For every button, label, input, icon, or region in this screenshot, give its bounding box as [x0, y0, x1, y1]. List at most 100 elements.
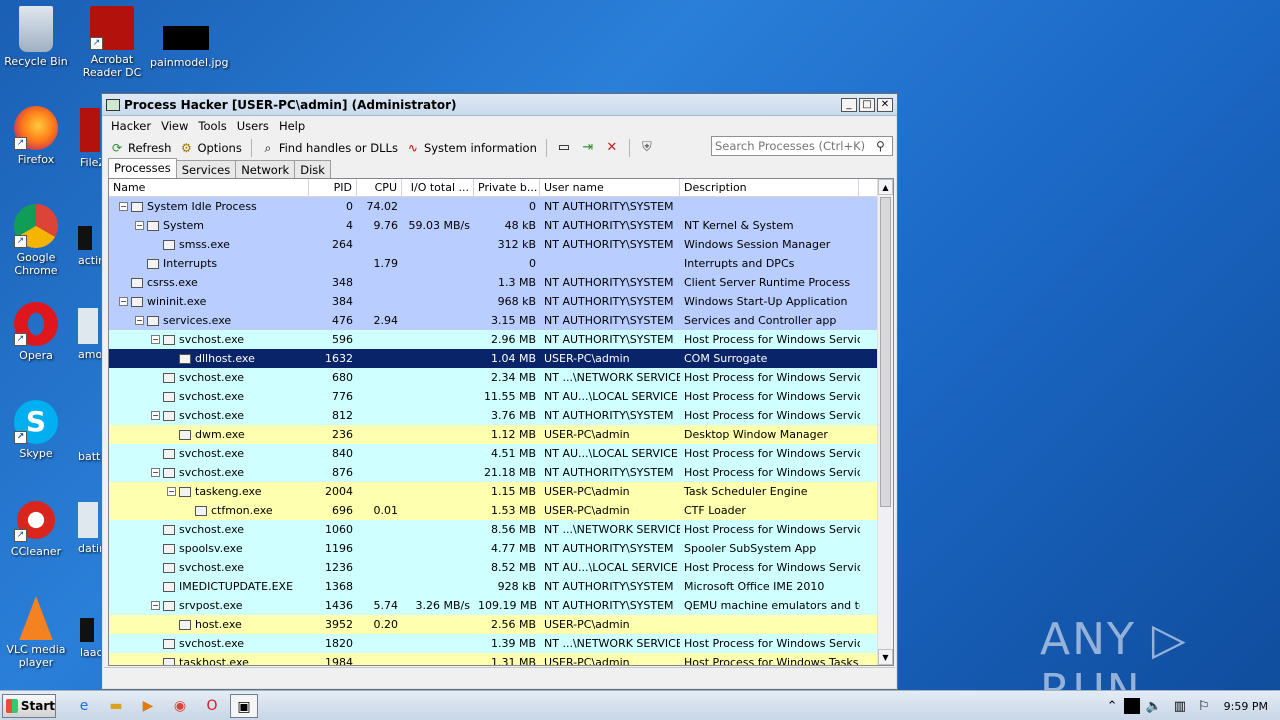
tab-network[interactable]: Network [235, 160, 296, 178]
process-row[interactable]: − svchost.exe 876 21.18 MB NT AUTHORITY\SYST… [109, 463, 877, 482]
close-button[interactable]: ✕ [877, 97, 893, 112]
column-header-cpu[interactable]: CPU [357, 179, 402, 196]
vertical-scrollbar[interactable]: ▲ ▼ [877, 179, 893, 665]
process-row[interactable]: − svchost.exe 596 2.96 MB NT AUTHORITY\SYSTE… [109, 330, 877, 349]
find-handles-button[interactable]: ⌕ Find handles or DLLs [257, 141, 402, 155]
network-icon[interactable]: ▥ [1174, 699, 1186, 714]
process-row[interactable]: svchost.exe 776 11.55 MB NT AU...\LOCAL SER… [109, 387, 877, 406]
menu-users[interactable]: Users [232, 119, 274, 133]
find-window-icon[interactable]: ⇥ [579, 140, 597, 156]
process-name-cell: − taskeng.exe [109, 485, 309, 498]
process-row[interactable]: − wininit.exe 384 968 kB NT AUTHORITY\SYSTEM… [109, 292, 877, 311]
tab-disk[interactable]: Disk [294, 160, 331, 178]
desktop-icon-firefox[interactable]: ↗ Firefox [0, 106, 72, 166]
search-box[interactable]: ⚲ [711, 136, 893, 156]
shield-icon[interactable]: ⛨ [638, 140, 656, 156]
process-row[interactable]: − System 4 9.76 59.03 MB/s 48 kB NT AUTHORITY\… [109, 216, 877, 235]
title-bar[interactable]: Process Hacker [USER-PC\admin] (Administ… [102, 94, 897, 116]
process-row[interactable]: csrss.exe 348 1.3 MB NT AUTHORITY\SYSTEM Cli… [109, 273, 877, 292]
desktop-icon-opera[interactable]: ↗ Opera [0, 302, 72, 362]
process-name-cell: IMEDICTUPDATE.EXE [109, 580, 309, 593]
taskbar-chrome-icon[interactable]: ◉ [166, 694, 194, 718]
collapse-toggle-icon[interactable]: − [119, 297, 128, 306]
process-row[interactable]: smss.exe 264 312 kB NT AUTHORITY\SYSTEM Wind… [109, 235, 877, 254]
taskbar-media-player-icon[interactable]: ▶ [134, 694, 162, 718]
menu-tools[interactable]: Tools [193, 119, 231, 133]
clock[interactable]: 9:59 PM [1224, 700, 1268, 713]
desktop-icon-acrobat[interactable]: ↗ Acrobat Reader DC [76, 6, 148, 79]
desktop-icon-recycle-bin[interactable]: Recycle Bin [0, 6, 72, 68]
process-row[interactable]: taskhost.exe 1984 1.31 MB USER-PC\admin Host… [109, 653, 877, 665]
process-row[interactable]: − srvpost.exe 1436 5.74 3.26 MB/s 109.19 MB NT… [109, 596, 877, 615]
taskbar-ie-icon[interactable]: e [70, 694, 98, 718]
refresh-button[interactable]: ⟳ Refresh [106, 141, 175, 155]
scroll-thumb[interactable] [880, 197, 891, 507]
tab-processes[interactable]: Processes [108, 158, 177, 178]
terminate-icon[interactable]: ✕ [603, 140, 621, 156]
process-row[interactable]: − System Idle Process 0 74.02 0 NT AUTHORITY\… [109, 197, 877, 216]
desktop-icon-vlc[interactable]: VLC media player [0, 596, 72, 669]
desktop-icon-painmodel[interactable]: painmodel.jpg [150, 26, 229, 69]
process-row[interactable]: ctfmon.exe 696 0.01 1.53 MB USER-PC\admin CTF… [109, 501, 877, 520]
taskbar-explorer-icon[interactable]: ▬ [102, 694, 130, 718]
process-row[interactable]: host.exe 3952 0.20 2.56 MB USER-PC\admin [109, 615, 877, 634]
column-header-description[interactable]: Description [680, 179, 859, 196]
system-information-button[interactable]: ∿ System information [402, 141, 541, 155]
firefox-icon: ↗ [14, 106, 58, 150]
maximize-button[interactable]: □ [859, 97, 875, 112]
collapse-toggle-icon[interactable]: − [151, 411, 160, 420]
process-row[interactable]: dllhost.exe 1632 1.04 MB USER-PC\admin COM S… [109, 349, 877, 368]
tray-expand-icon[interactable]: ⌃ [1107, 699, 1118, 714]
column-header-user-name[interactable]: User name [540, 179, 680, 196]
process-row[interactable]: − services.exe 476 2.94 3.15 MB NT AUTHORITY\… [109, 311, 877, 330]
desktop-icon-label: Firefox [17, 153, 55, 166]
menu-hacker[interactable]: Hacker [106, 119, 156, 133]
process-row[interactable]: svchost.exe 840 4.51 MB NT AU...\LOCAL SERV… [109, 444, 877, 463]
process-row[interactable]: svchost.exe 1820 1.39 MB NT ...\NETWORK SER… [109, 634, 877, 653]
process-row[interactable]: Interrupts 1.79 0 Interrupts and DPCs [109, 254, 877, 273]
volume-icon[interactable]: 🔈 [1146, 699, 1162, 714]
options-button[interactable]: ⚙ Options [175, 141, 245, 155]
start-button[interactable]: Start [2, 693, 56, 718]
taskbar-process-hacker-icon[interactable]: ▣ [230, 693, 258, 718]
column-header-io[interactable]: I/O total ... [402, 179, 474, 196]
menu-view[interactable]: View [156, 119, 193, 133]
collapse-toggle-icon[interactable]: − [151, 335, 160, 344]
collapse-toggle-icon[interactable]: − [151, 468, 160, 477]
process-row[interactable]: svchost.exe 1236 8.52 MB NT AU...\LOCAL SER… [109, 558, 877, 577]
process-desc-cell: Windows Start-Up Application [684, 295, 848, 308]
process-row[interactable]: − svchost.exe 812 3.76 MB NT AUTHORITY\SYSTE… [109, 406, 877, 425]
process-row[interactable]: − taskeng.exe 2004 1.15 MB USER-PC\admin Task… [109, 482, 877, 501]
collapse-toggle-icon[interactable]: − [167, 487, 176, 496]
process-row[interactable]: svchost.exe 1060 8.56 MB NT ...\NETWORK SER… [109, 520, 877, 539]
taskbar-opera-icon[interactable]: O [198, 694, 226, 718]
desktop-icon-skype[interactable]: S ↗ Skype [0, 400, 72, 460]
tab-services[interactable]: Services [175, 160, 237, 178]
minimize-button[interactable]: _ [841, 97, 857, 112]
column-header-pid[interactable]: PID [309, 179, 357, 196]
column-header-private-bytes[interactable]: Private b... [474, 179, 540, 196]
process-row[interactable]: dwm.exe 236 1.12 MB USER-PC\admin Desktop Wi… [109, 425, 877, 444]
action-center-flag-icon[interactable]: ⚐ [1198, 699, 1210, 714]
process-name-cell: − System Idle Process [109, 200, 309, 213]
collapse-toggle-icon[interactable]: − [151, 601, 160, 610]
process-row[interactable]: IMEDICTUPDATE.EXE 1368 928 kB NT AUTHORITY\… [109, 577, 877, 596]
scroll-up-arrow-icon[interactable]: ▲ [878, 179, 893, 195]
column-header-name[interactable]: Name [109, 179, 309, 196]
window-icon[interactable]: ▭ [555, 140, 573, 156]
process-row[interactable]: svchost.exe 680 2.34 MB NT ...\NETWORK SERV… [109, 368, 877, 387]
scroll-down-arrow-icon[interactable]: ▼ [878, 649, 893, 665]
search-input[interactable] [712, 139, 876, 153]
tray-app-icon[interactable] [1123, 698, 1140, 714]
desktop-icon-ccleaner[interactable]: ↗ CCleaner [0, 498, 72, 558]
collapse-toggle-icon[interactable]: − [135, 316, 144, 325]
collapse-toggle-icon[interactable]: − [119, 202, 128, 211]
menu-help[interactable]: Help [274, 119, 310, 133]
desktop-icon-chrome[interactable]: ↗ Google Chrome [0, 204, 72, 277]
collapse-toggle-icon[interactable]: − [135, 221, 144, 230]
process-priv-cell: 1.31 MB [490, 656, 536, 665]
process-user-cell: USER-PC\admin [544, 352, 630, 365]
desktop-icon-partial[interactable]: laac [80, 618, 103, 659]
process-row[interactable]: spoolsv.exe 1196 4.77 MB NT AUTHORITY\SYSTE… [109, 539, 877, 558]
process-name: csrss.exe [147, 276, 198, 289]
